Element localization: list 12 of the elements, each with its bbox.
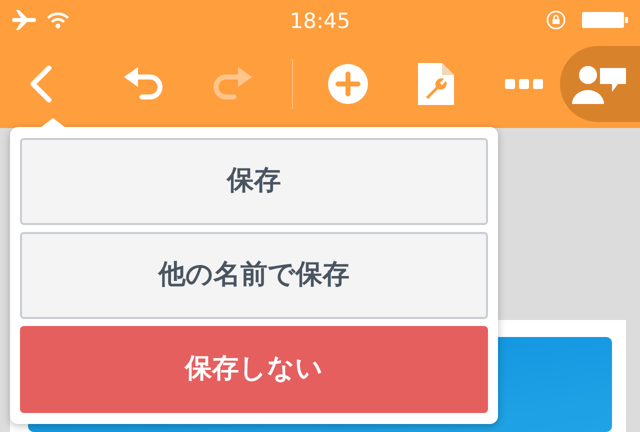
rotation-lock-icon: [546, 10, 566, 30]
wifi-icon: [46, 11, 70, 29]
airplane-icon: [12, 9, 38, 31]
more-icon: [505, 79, 543, 89]
battery-icon: [582, 11, 628, 29]
save-option-button[interactable]: 他の名前で保存: [20, 232, 488, 319]
save-option-button[interactable]: 保存: [20, 138, 488, 225]
collaborate-button[interactable]: [560, 46, 640, 122]
document-wrench-icon: [418, 63, 454, 105]
add-icon: [328, 64, 368, 104]
people-chat-icon: [572, 64, 628, 104]
status-time: 18:45: [290, 9, 350, 33]
